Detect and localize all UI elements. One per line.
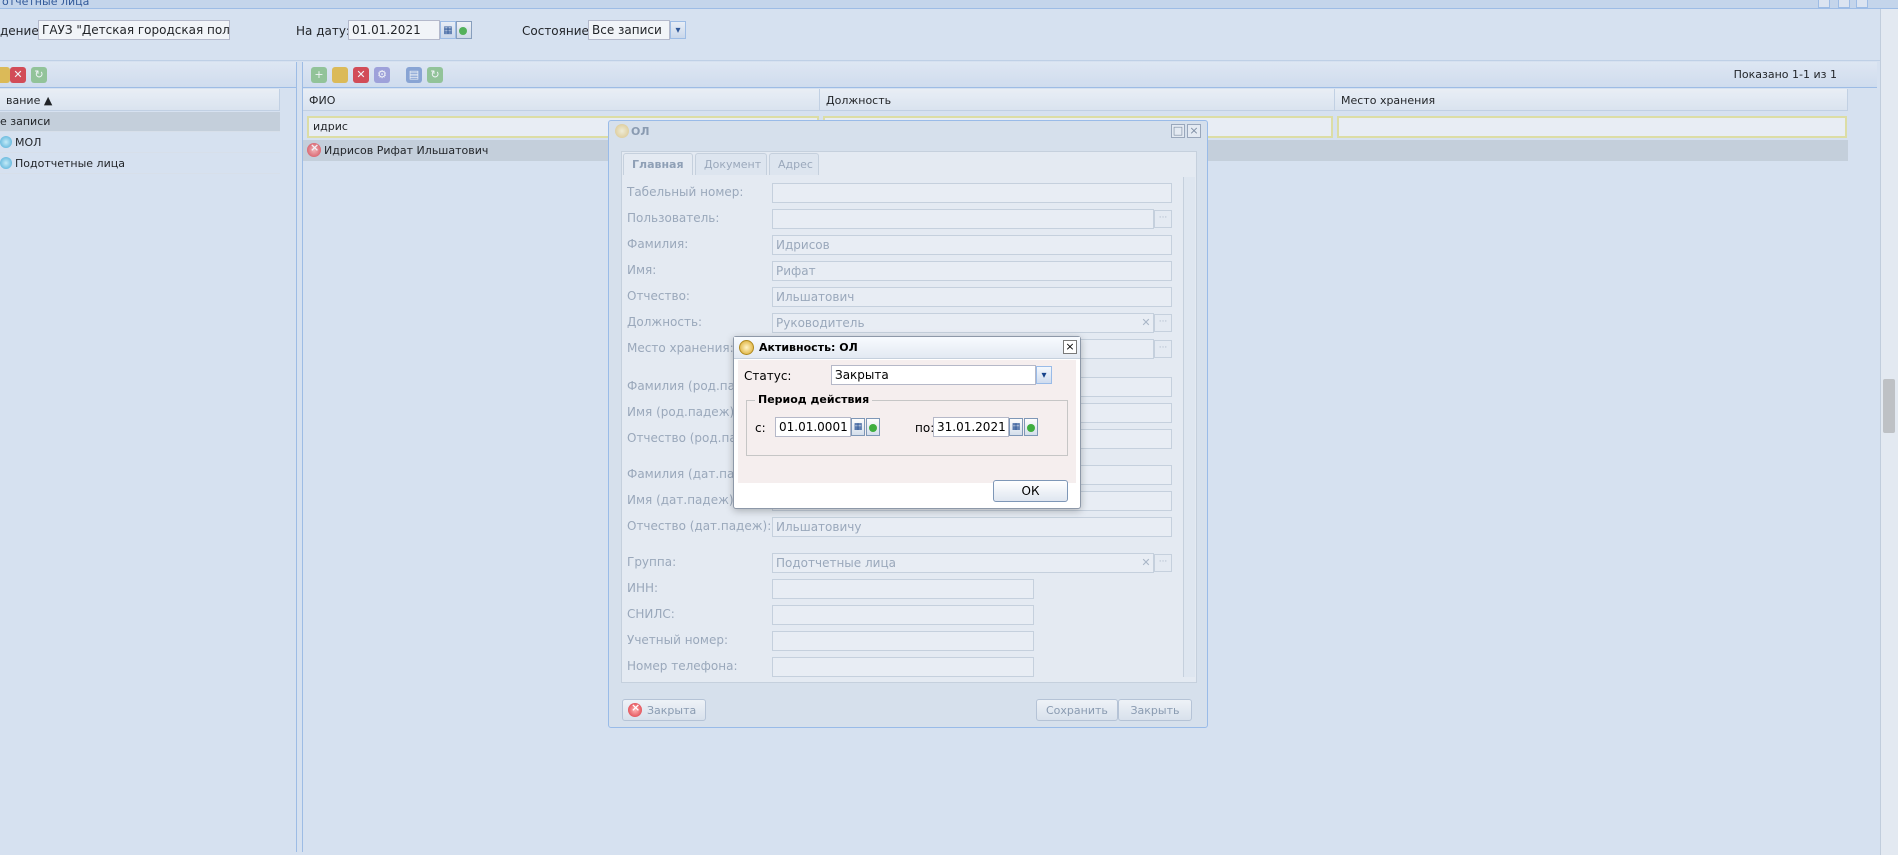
field-label: Имя: (627, 263, 657, 277)
maximize-icon[interactable]: □ (1171, 124, 1185, 138)
period-fieldset: Период действия с: 01.01.0001 ▦ по: 31.0… (746, 393, 1068, 456)
field-label: Место хранения: (627, 341, 734, 355)
field-label: Отчество (дат.падеж): (627, 519, 772, 533)
calendar-icon[interactable]: ▦ (1009, 418, 1023, 436)
close-button[interactable]: Закрыть (1118, 699, 1192, 721)
field-label: Номер телефона: (627, 659, 738, 673)
tab-number-field[interactable] (772, 183, 1172, 203)
field-label: Фамилия: (627, 237, 689, 251)
ellipsis-icon[interactable]: ··· (1154, 314, 1172, 332)
field-label: Имя (род.падеж): (627, 405, 739, 419)
name-field[interactable]: Рифат (772, 261, 1172, 281)
tab-address[interactable]: Адрес (769, 153, 819, 175)
close-icon[interactable]: × (1063, 340, 1077, 354)
tab-main[interactable]: Главная (623, 153, 693, 175)
patronymic-field[interactable]: Ильшатович (772, 287, 1172, 307)
activity-dialog-header: Активность: ОЛ (734, 337, 1080, 359)
activity-icon (739, 340, 754, 355)
status-closed-button[interactable]: Закрыта (622, 699, 707, 721)
calendar-icon[interactable]: ▦ (851, 418, 865, 436)
refresh-date-icon[interactable] (1024, 418, 1038, 436)
from-date-field[interactable]: 01.01.0001 (775, 417, 851, 437)
refresh-date-icon[interactable] (866, 418, 880, 436)
field-label: Фамилия (дат.паде (627, 467, 751, 481)
ellipsis-icon[interactable]: ··· (1154, 210, 1172, 228)
ol-window-header: ОЛ (609, 121, 1207, 143)
ol-window-title: ОЛ (631, 125, 650, 138)
account-number-field[interactable] (772, 631, 1034, 651)
field-label: Группа: (627, 555, 677, 569)
status-select[interactable]: Закрыта (831, 365, 1036, 385)
position-field[interactable]: Руководитель (772, 313, 1154, 333)
activity-dialog-title: Активность: ОЛ (759, 341, 858, 354)
user-field[interactable] (772, 209, 1154, 229)
activity-dialog-body: Статус: Закрыта ▾ Период действия с: 01.… (738, 360, 1076, 483)
group-field[interactable]: Подотчетные лица (772, 553, 1154, 573)
ol-window-icon (615, 124, 629, 138)
snils-field[interactable] (772, 605, 1034, 625)
field-label: СНИЛС: (627, 607, 675, 621)
to-date-field[interactable]: 31.01.2021 (933, 417, 1009, 437)
patronymic-dat-field[interactable]: Ильшатовичу (772, 517, 1172, 537)
ol-scrollbar[interactable] (1183, 177, 1195, 677)
field-label: Отчество: (627, 289, 690, 303)
field-label: Учетный номер: (627, 633, 728, 647)
period-legend: Период действия (755, 393, 873, 406)
chevron-down-icon[interactable]: ▾ (1036, 366, 1052, 384)
to-label: по: (915, 421, 935, 435)
field-label: Должность: (627, 315, 703, 329)
ellipsis-icon[interactable]: ··· (1154, 340, 1172, 358)
field-label: Табельный номер: (627, 185, 744, 199)
field-label: Пользователь: (627, 211, 720, 225)
tab-document[interactable]: Документ (695, 153, 767, 175)
activity-dialog: Активность: ОЛ × Статус: Закрыта ▾ Перио… (733, 336, 1081, 509)
status-closed-label: Закрыта (647, 704, 697, 717)
surname-field[interactable]: Идрисов (772, 235, 1172, 255)
inactive-status-icon (628, 701, 642, 717)
clear-icon[interactable]: ✕ (1139, 554, 1153, 572)
save-button[interactable]: Сохранить (1036, 699, 1118, 721)
clear-icon[interactable]: ✕ (1139, 314, 1153, 332)
ellipsis-icon[interactable]: ··· (1154, 554, 1172, 572)
phone-field[interactable] (772, 657, 1034, 677)
from-label: с: (755, 421, 766, 435)
close-icon[interactable]: × (1187, 124, 1201, 138)
ok-button[interactable]: ОК (993, 480, 1068, 502)
field-label: Имя (дат.падеж): (627, 493, 738, 507)
status-label: Статус: (744, 369, 792, 383)
inn-field[interactable] (772, 579, 1034, 599)
field-label: ИНН: (627, 581, 659, 595)
